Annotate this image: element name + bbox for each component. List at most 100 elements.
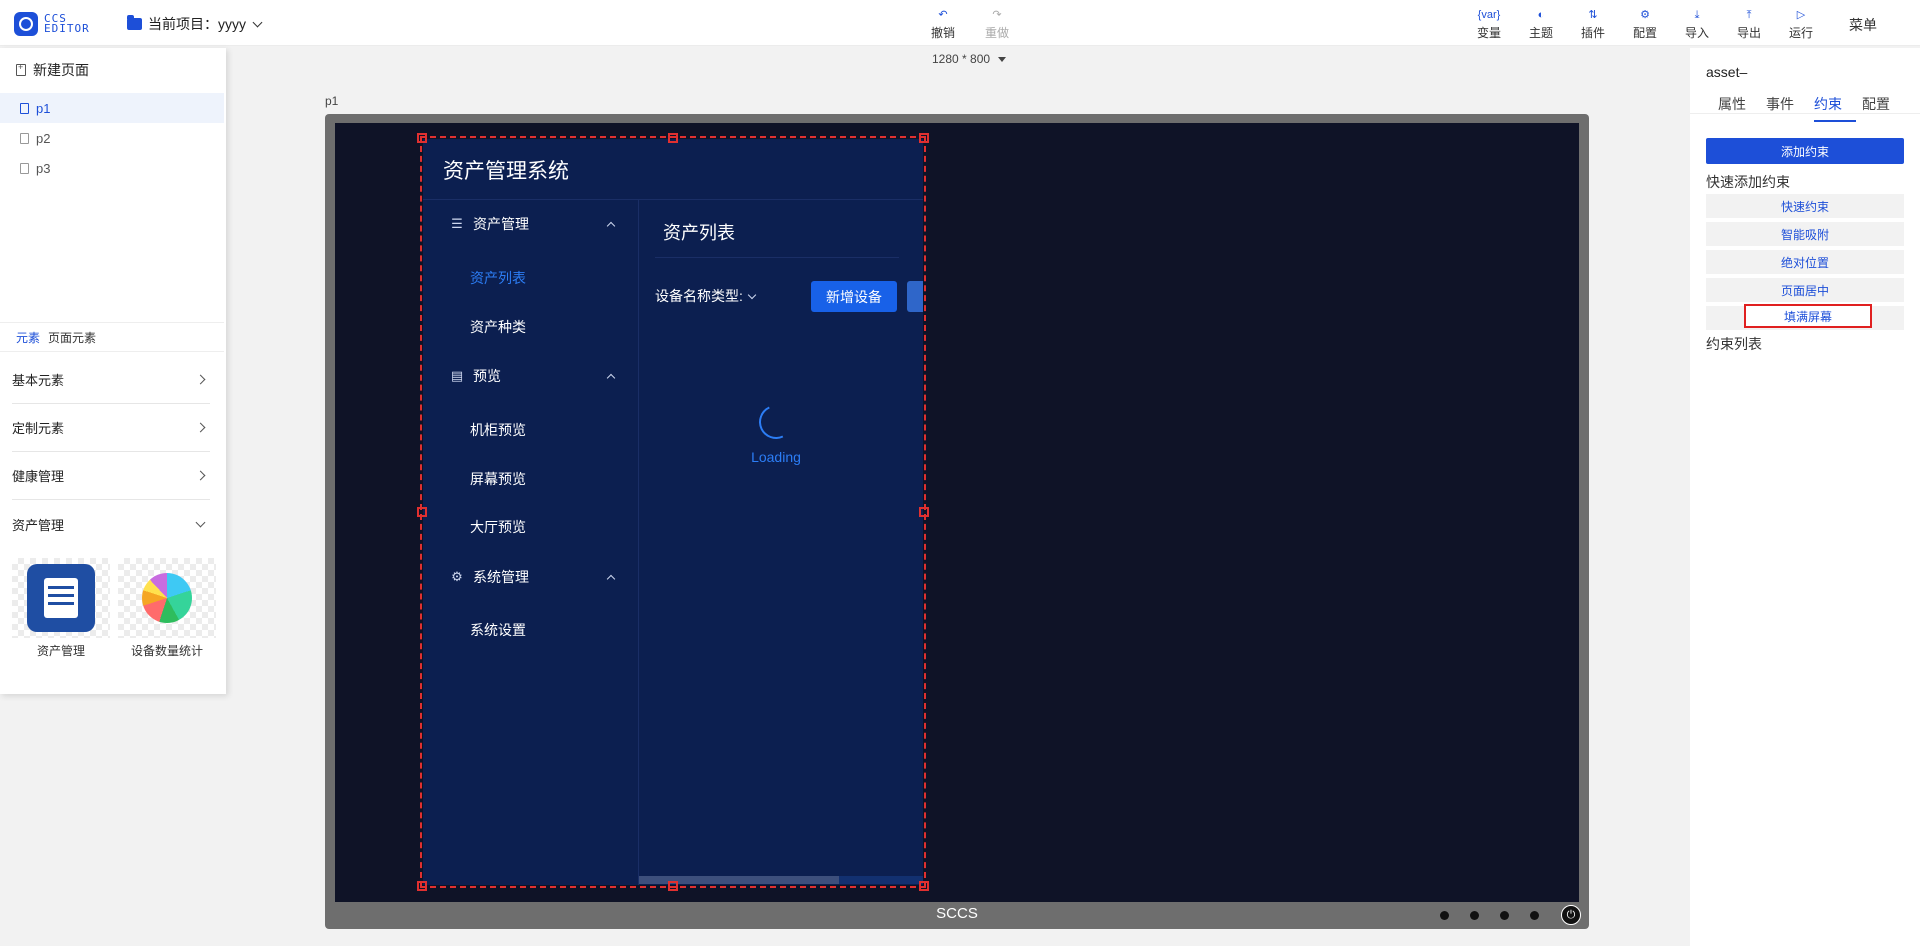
secondary-button[interactable] (907, 281, 923, 312)
fill-screen-button[interactable]: 填满屏幕 (1744, 304, 1872, 328)
export-button[interactable]: ⤒ 导出 (1729, 8, 1769, 41)
new-page-button[interactable]: 新建页面 (16, 60, 89, 80)
canvas-size-selector[interactable]: 1280 * 800 (932, 52, 1007, 66)
pie-chart-icon (142, 573, 192, 623)
undo-icon: ↶ (938, 9, 948, 21)
selected-component-name: asset– (1706, 64, 1748, 80)
config-button[interactable]: ⚙ 配置 (1625, 8, 1665, 41)
palette-icon: ◐ (1537, 9, 1545, 21)
page-icon (20, 102, 29, 114)
printer-icon (27, 564, 95, 632)
menu-item-hall[interactable]: 大厅预览 (470, 517, 526, 537)
page-item-p3[interactable]: p3 (0, 153, 224, 183)
asset-component[interactable]: 资产管理系统 ☰ 资产管理 资产列表 资产种类 ▤ 预览 机柜预览 屏幕预览 大… (423, 139, 923, 885)
category-health[interactable]: 健康管理 (12, 452, 210, 500)
quick-add-label: 快速添加约束 (1706, 174, 1790, 190)
tile-thumbnail (12, 558, 110, 638)
menu-item-cabinet[interactable]: 机柜预览 (470, 420, 526, 440)
caret-down-icon (998, 56, 1007, 62)
category-asset[interactable]: 资产管理 (12, 500, 210, 548)
new-page-icon (16, 62, 26, 76)
divider (655, 257, 899, 258)
theme-button[interactable]: ◐ 主题 (1521, 8, 1561, 41)
chevron-up-icon (606, 221, 616, 231)
redo-icon: ↷ (992, 9, 1002, 21)
gear-icon: ⚙ (1640, 9, 1650, 21)
plugin-button[interactable]: ⇅ 插件 (1573, 8, 1613, 41)
tab-elements[interactable]: 元素 (16, 329, 40, 346)
project-label: 当前项目：yyyy (148, 16, 246, 32)
menu-item-asset-kind[interactable]: 资产种类 (470, 317, 526, 337)
tile-thumbnail (118, 558, 216, 638)
upload-icon: ⤒ (1746, 9, 1752, 21)
run-button[interactable]: ▷ 运行 (1781, 8, 1821, 41)
right-panel: asset– 属性 事件 约束 配置 添加约束 快速添加约束 快速约束 智能吸附… (1690, 48, 1920, 946)
canvas-screen[interactable]: 资产管理系统 ☰ 资产管理 资产列表 资产种类 ▤ 预览 机柜预览 屏幕预览 大… (335, 123, 1579, 902)
absolute-position-button[interactable]: 绝对位置 (1706, 250, 1904, 274)
chevron-up-icon (606, 574, 616, 584)
plugin-icon: ⇅ (1588, 9, 1598, 21)
presentation-icon: ▤ (450, 368, 464, 383)
gear-icon: ⚙ (451, 569, 463, 584)
menu-item-screen[interactable]: 屏幕预览 (470, 469, 526, 489)
monitor-dot (1500, 911, 1509, 920)
power-icon[interactable]: ⏻ (1561, 905, 1581, 925)
import-button[interactable]: ⤓ 导入 (1677, 8, 1717, 41)
inspector-tabs: 属性 事件 约束 配置 (1690, 84, 1920, 114)
menu-item-settings[interactable]: 系统设置 (470, 620, 526, 640)
folder-icon (127, 15, 142, 30)
tile-asset-management[interactable]: 资产管理 (12, 558, 110, 659)
menu-group-asset[interactable]: ☰ 资产管理 (449, 214, 616, 234)
monitor-brand: SCCS (936, 905, 978, 922)
variable-button[interactable]: {var} 变量 (1469, 8, 1509, 41)
constraint-list-label: 约束列表 (1706, 336, 1762, 352)
chevron-down-icon (747, 290, 757, 299)
page-item-p2[interactable]: p2 (0, 123, 224, 153)
element-tabs: 元素 页面元素 (0, 322, 224, 352)
monitor-dot (1470, 911, 1479, 920)
tab-events[interactable]: 事件 (1766, 94, 1794, 114)
chevron-up-icon (606, 373, 616, 383)
horizontal-scrollbar[interactable] (639, 876, 923, 884)
page-item-p1[interactable]: p1 (0, 93, 224, 123)
chevron-right-icon (195, 422, 206, 433)
smart-snap-button[interactable]: 智能吸附 (1706, 222, 1904, 246)
add-constraint-button[interactable]: 添加约束 (1706, 138, 1904, 164)
menu-group-preview[interactable]: ▤ 预览 (449, 366, 616, 386)
add-device-button[interactable]: 新增设备 (811, 281, 897, 312)
category-custom[interactable]: 定制元素 (12, 404, 210, 452)
left-panel: 新建页面 p1 p2 p3 元素 页面元素 基本元素 定制元素 健康管理 资产管… (0, 48, 226, 694)
menu-item-asset-list[interactable]: 资产列表 (470, 268, 526, 288)
page-icon (20, 162, 29, 174)
tile-device-stats[interactable]: 设备数量统计 (118, 558, 216, 659)
canvas-page-label: p1 (325, 94, 339, 108)
app-logo: CCS EDITOR (14, 12, 104, 36)
tab-config[interactable]: 配置 (1862, 94, 1890, 114)
monitor-dot (1530, 911, 1539, 920)
chevron-right-icon (195, 470, 206, 481)
chevron-down-icon (195, 517, 206, 527)
preview-sidebar: ☰ 资产管理 资产列表 资产种类 ▤ 预览 机柜预览 屏幕预览 大厅预览 ⚙ 系… (423, 200, 639, 885)
tab-page-elements[interactable]: 页面元素 (48, 329, 96, 346)
page-list: p1 p2 p3 (0, 93, 224, 183)
undo-button[interactable]: ↶ 撤销 (923, 8, 963, 41)
redo-button[interactable]: ↷ 重做 (977, 8, 1017, 41)
tab-constraints[interactable]: 约束 (1814, 94, 1842, 114)
menu-button[interactable]: 菜单 (1843, 15, 1883, 35)
play-icon: ▷ (1796, 9, 1806, 21)
chevron-right-icon (195, 374, 206, 385)
preview-title: 资产管理系统 (443, 160, 569, 183)
menu-group-system[interactable]: ⚙ 系统管理 (449, 567, 616, 587)
tab-properties[interactable]: 属性 (1718, 94, 1746, 114)
top-toolbar: CCS EDITOR 当前项目：yyyy ↶ 撤销 ↷ 重做 {var} 变量 … (0, 0, 1920, 46)
category-basic[interactable]: 基本元素 (12, 356, 210, 404)
tab-active-indicator (1814, 120, 1856, 122)
loading-spinner-icon (754, 400, 798, 444)
device-type-filter[interactable]: 设备名称类型: (655, 281, 777, 311)
project-selector[interactable]: 当前项目：yyyy (127, 14, 263, 34)
center-page-button[interactable]: 页面居中 (1706, 278, 1904, 302)
monitor-buttons (1419, 911, 1539, 920)
download-icon: ⤓ (1694, 9, 1700, 21)
quick-constraint-button[interactable]: 快速约束 (1706, 194, 1904, 218)
scrollbar-thumb[interactable] (639, 876, 839, 884)
